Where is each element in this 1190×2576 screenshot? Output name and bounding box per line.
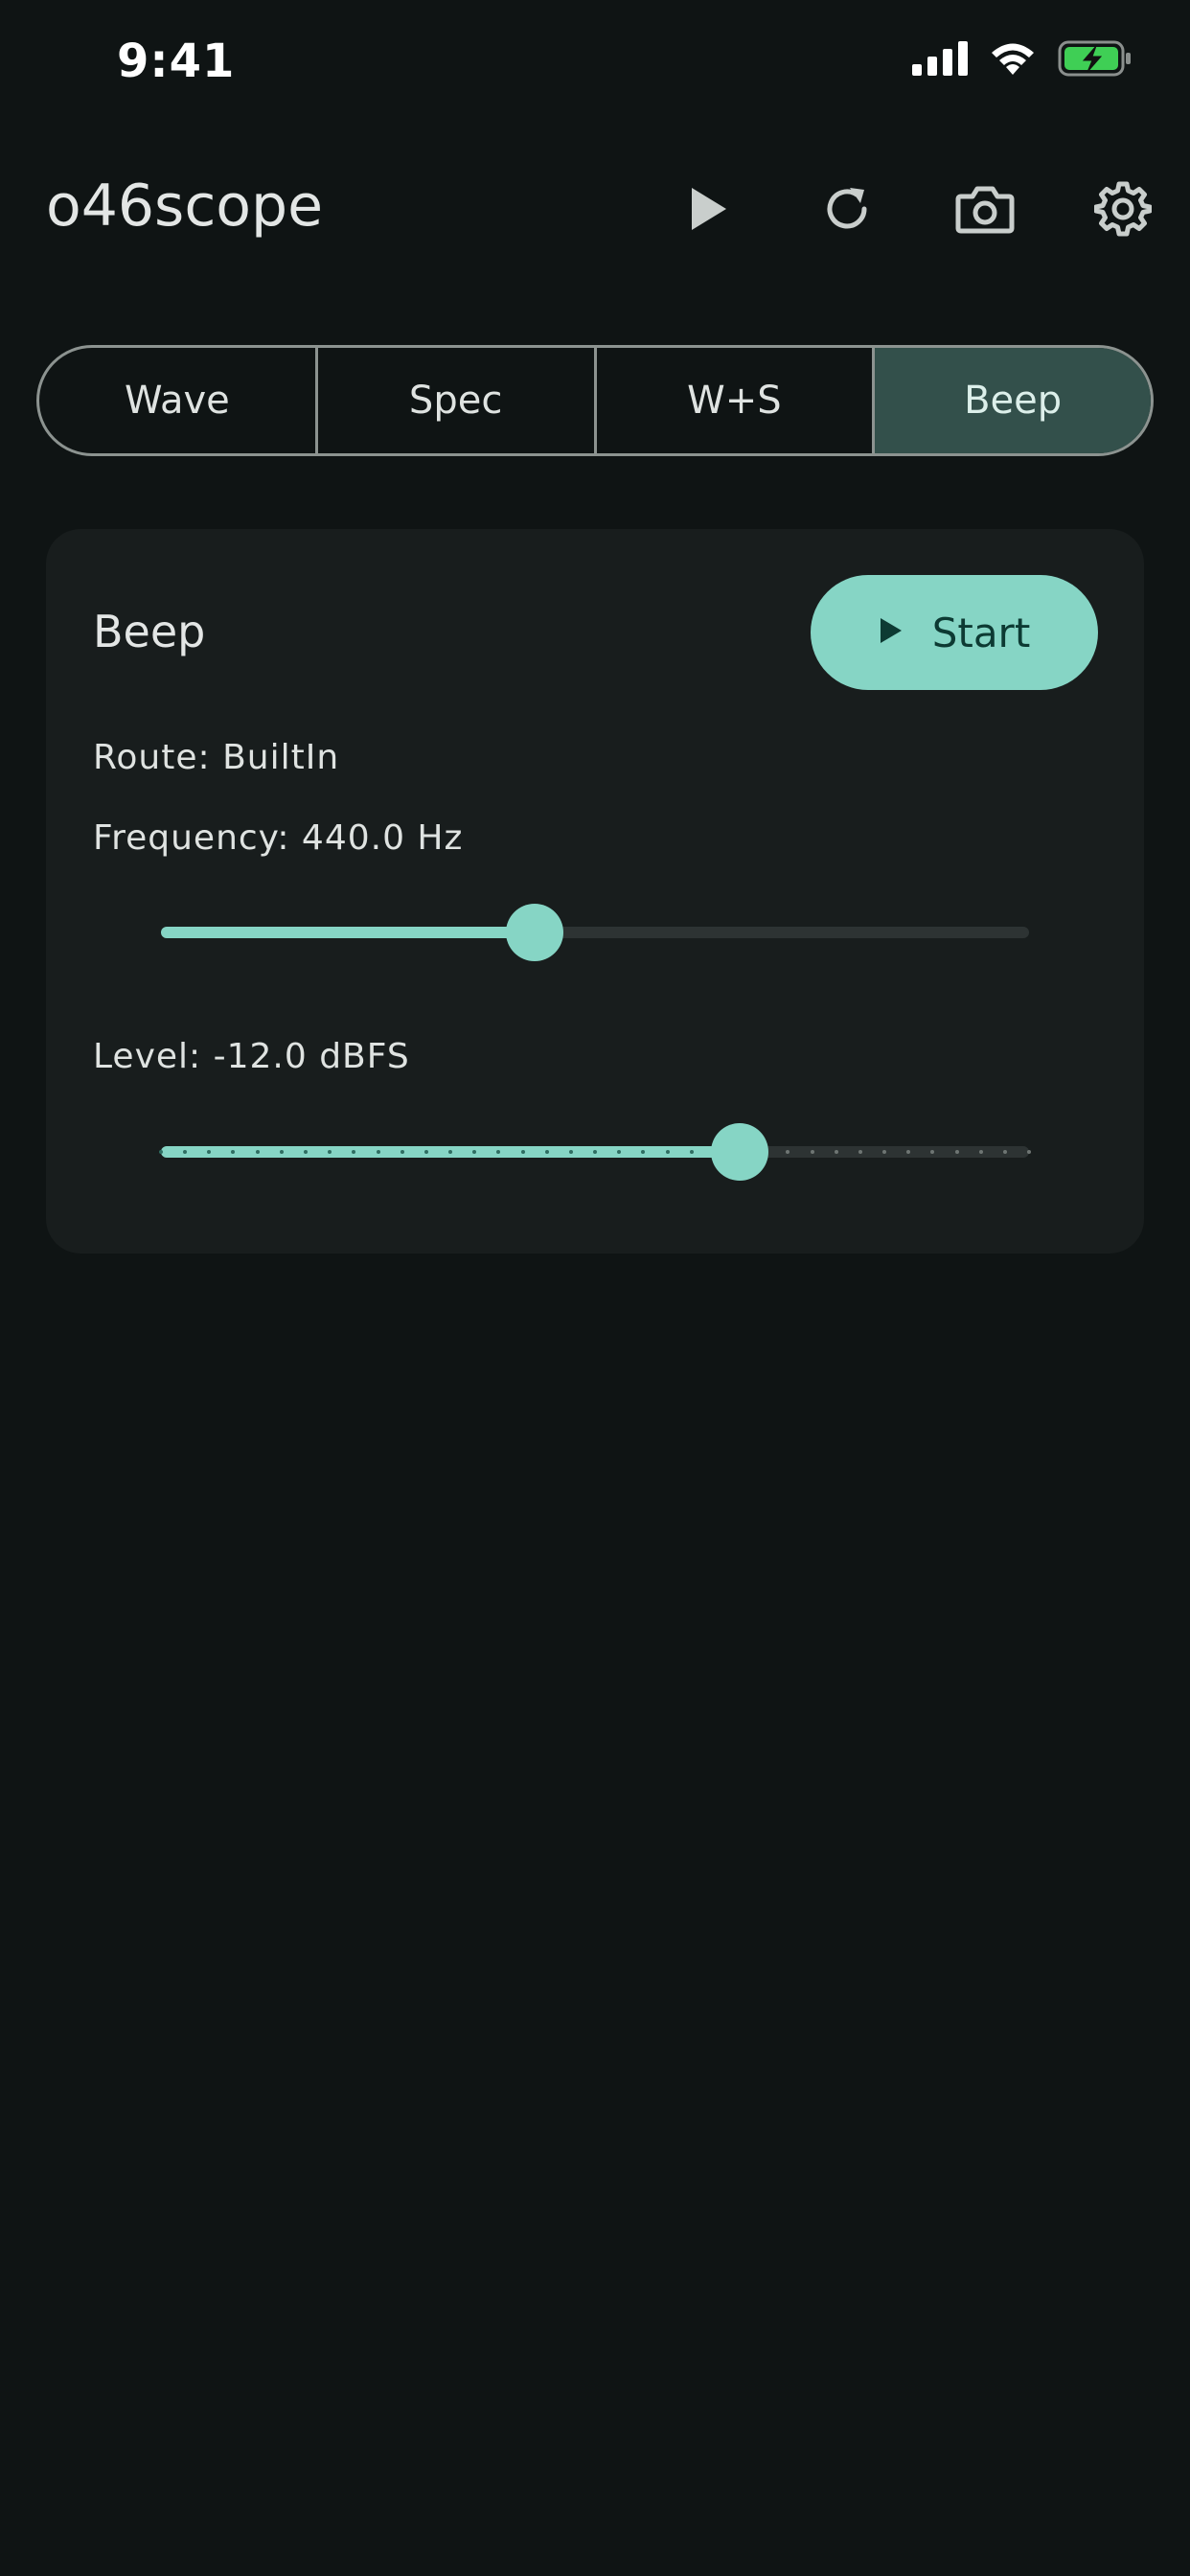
- battery-charging-icon: [1058, 40, 1133, 80]
- screenshot-button[interactable]: [937, 163, 1033, 259]
- frequency-label: Frequency: 440.0 Hz: [93, 818, 464, 858]
- refresh-icon: [820, 182, 874, 240]
- slider-fill: [161, 927, 535, 938]
- cellular-signal-icon: [912, 41, 968, 80]
- play-button[interactable]: [661, 163, 757, 259]
- slider-tick: [810, 1150, 814, 1154]
- app-actions: [661, 163, 1171, 259]
- settings-button[interactable]: [1075, 163, 1171, 259]
- start-button-label: Start: [931, 609, 1031, 656]
- camera-icon: [955, 183, 1015, 239]
- settings-icon: [1093, 180, 1153, 242]
- slider-tick: [665, 1150, 670, 1154]
- tab-wave-spec[interactable]: W+S: [597, 348, 876, 453]
- slider-tick: [1027, 1150, 1031, 1154]
- slider-tick: [423, 1150, 428, 1154]
- slider-thumb[interactable]: [505, 904, 563, 961]
- slider-tick: [255, 1150, 260, 1154]
- slider-thumb[interactable]: [711, 1123, 769, 1181]
- app-bar: o46scope: [0, 153, 1190, 259]
- slider-tick: [954, 1150, 959, 1154]
- slider-tick: [593, 1150, 597, 1154]
- slider-tick: [520, 1150, 525, 1154]
- wifi-icon: [989, 40, 1037, 80]
- play-icon: [879, 616, 904, 649]
- card-title: Beep: [93, 606, 206, 657]
- status-time: 9:41: [117, 34, 236, 88]
- beep-card: Beep Start Route: BuiltIn Frequency: 440…: [46, 529, 1144, 1254]
- play-icon: [688, 185, 730, 237]
- slider-tick: [858, 1150, 862, 1154]
- app-title: o46scope: [46, 172, 324, 240]
- slider-tick: [279, 1150, 284, 1154]
- start-button[interactable]: Start: [811, 575, 1098, 690]
- tab-spec[interactable]: Spec: [318, 348, 597, 453]
- tab-beep[interactable]: Beep: [875, 348, 1151, 453]
- slider-tick: [882, 1150, 886, 1154]
- frequency-slider[interactable]: [161, 904, 1029, 961]
- route-label: Route: BuiltIn: [93, 738, 340, 777]
- slider-tick: [1002, 1150, 1007, 1154]
- status-bar: 9:41: [0, 0, 1190, 129]
- slider-tick: [978, 1150, 983, 1154]
- tab-wave[interactable]: Wave: [39, 348, 318, 453]
- refresh-button[interactable]: [799, 163, 895, 259]
- mode-tabs: Wave Spec W+S Beep: [36, 345, 1154, 456]
- slider-tick: [689, 1150, 694, 1154]
- slider-tick: [834, 1150, 838, 1154]
- slider-tick: [303, 1150, 308, 1154]
- slider-tick: [400, 1150, 404, 1154]
- slider-tick: [568, 1150, 573, 1154]
- slider-tick: [376, 1150, 380, 1154]
- slider-tick: [447, 1150, 452, 1154]
- slider-tick: [544, 1150, 549, 1154]
- level-slider[interactable]: [159, 1123, 1031, 1181]
- level-label: Level: -12.0 dBFS: [93, 1037, 410, 1076]
- status-icons: [912, 40, 1133, 80]
- slider-tick: [159, 1150, 163, 1154]
